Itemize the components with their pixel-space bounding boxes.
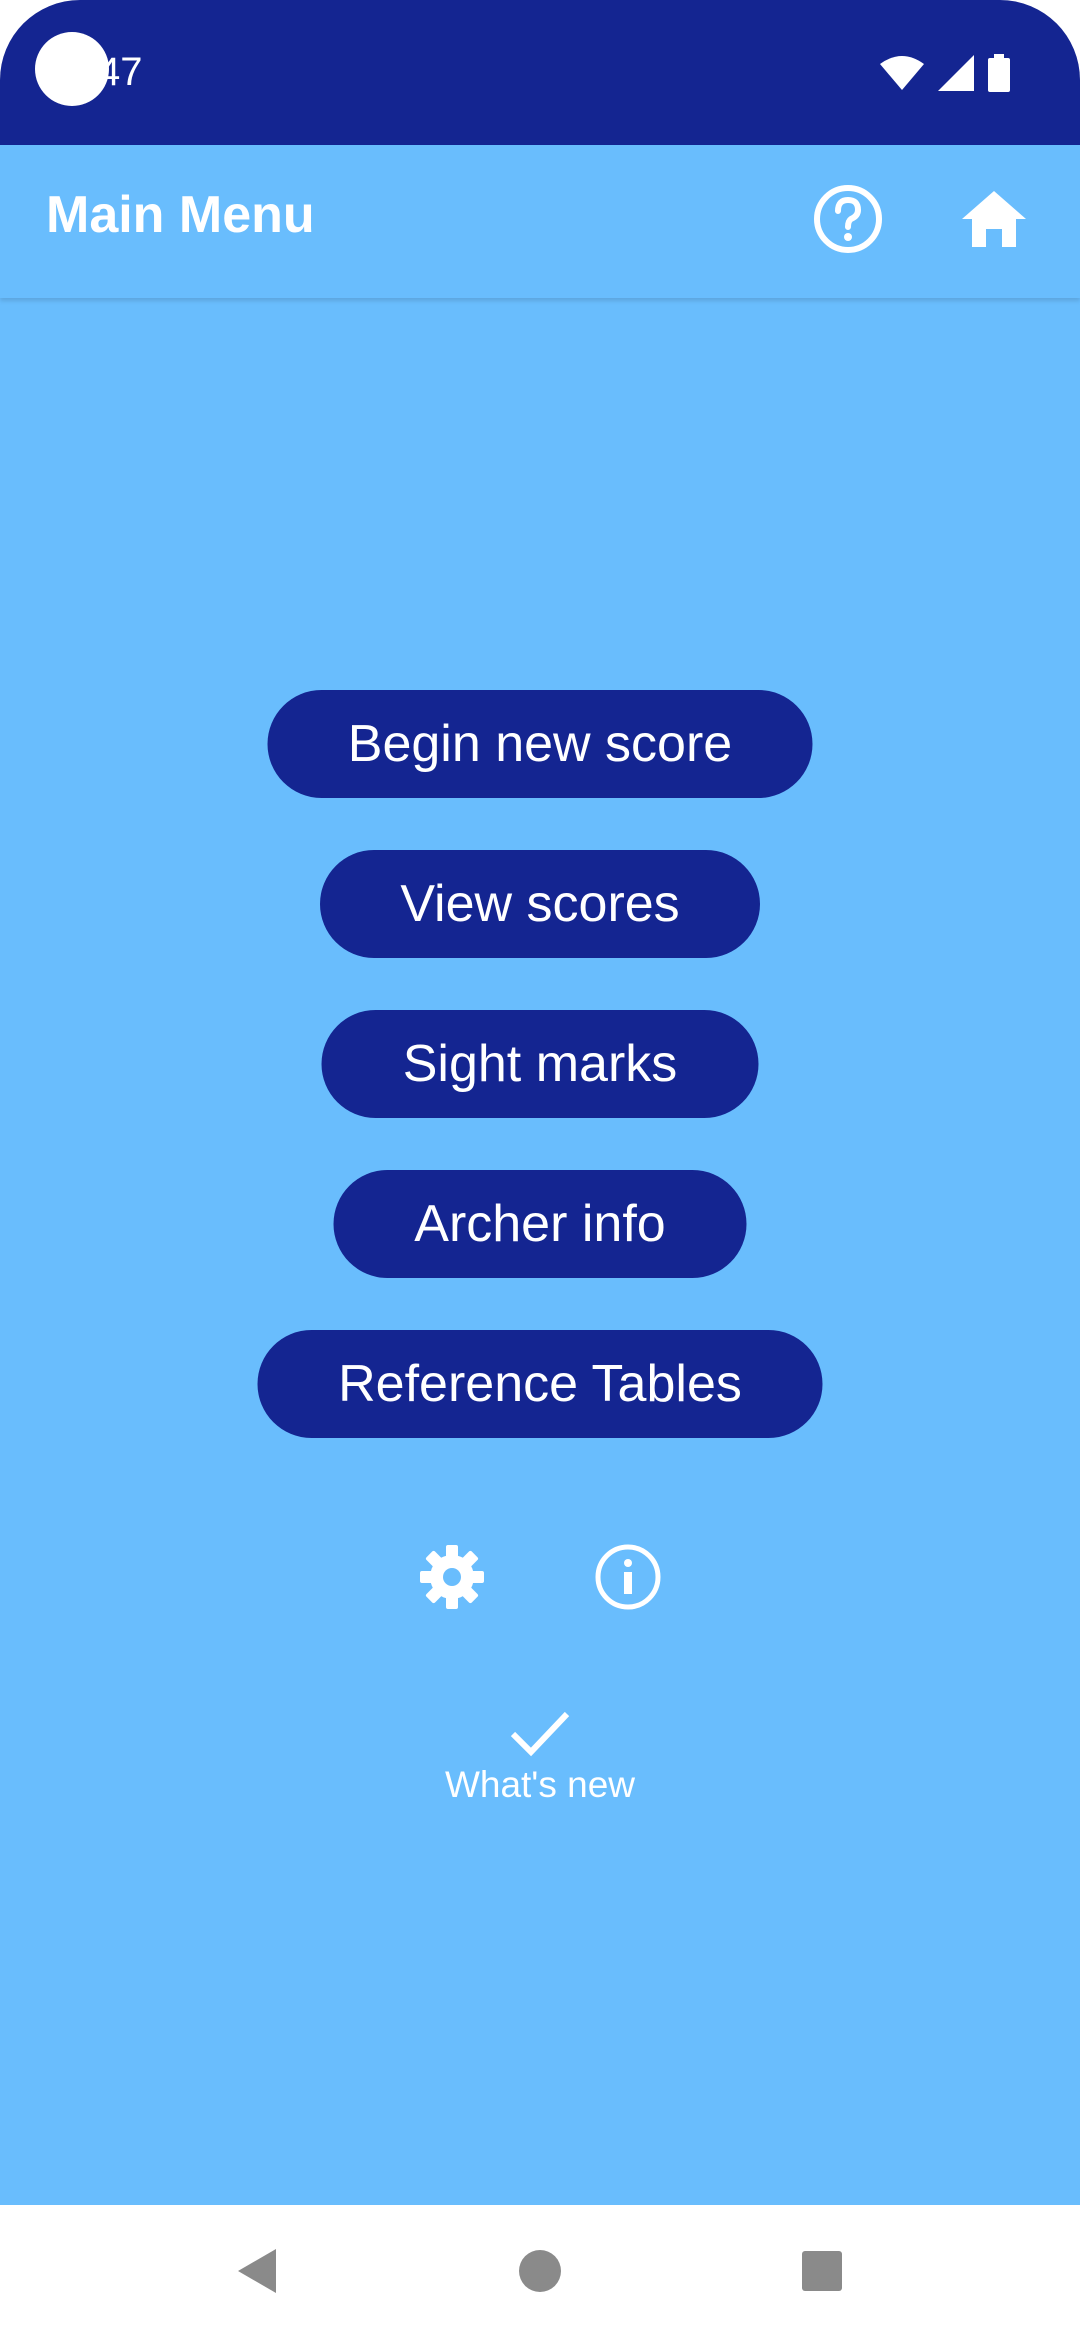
settings-button[interactable]	[412, 1539, 492, 1619]
checkmark-icon	[420, 1708, 660, 1764]
nav-recents-button[interactable]	[794, 2245, 850, 2301]
signal-icon	[938, 54, 974, 96]
recents-icon	[800, 2249, 844, 2298]
home-circle-icon	[518, 2249, 562, 2298]
main-content: Begin new score View scores Sight marks …	[0, 298, 1080, 2205]
system-nav-bar	[0, 2205, 1080, 2340]
status-icons	[880, 53, 1010, 97]
status-time: 47	[98, 50, 143, 94]
view-scores-button[interactable]: View scores	[320, 850, 760, 958]
info-button[interactable]	[588, 1539, 668, 1619]
home-button[interactable]	[958, 185, 1030, 257]
page-title: Main Menu	[46, 186, 315, 244]
nav-home-button[interactable]	[512, 2245, 568, 2301]
whats-new-label: What's new	[444, 1764, 636, 1805]
whats-new-button[interactable]: What's new	[420, 1708, 660, 1806]
settings-gear-icon	[419, 1544, 485, 1615]
battery-icon	[988, 53, 1010, 97]
home-icon	[960, 189, 1028, 254]
nav-back-button[interactable]	[230, 2245, 286, 2301]
back-icon	[236, 2247, 280, 2300]
status-bar: 47	[0, 0, 1080, 145]
begin-new-score-button[interactable]: Begin new score	[267, 690, 813, 798]
archer-info-button[interactable]: Archer info	[333, 1170, 747, 1278]
info-icon	[594, 1543, 662, 1616]
reference-tables-button[interactable]: Reference Tables	[257, 1330, 823, 1438]
app-bar: Main Menu	[0, 145, 1080, 298]
wifi-icon	[880, 55, 924, 95]
help-icon	[813, 184, 883, 259]
sight-marks-button[interactable]: Sight marks	[321, 1010, 759, 1118]
help-button[interactable]	[812, 184, 884, 259]
